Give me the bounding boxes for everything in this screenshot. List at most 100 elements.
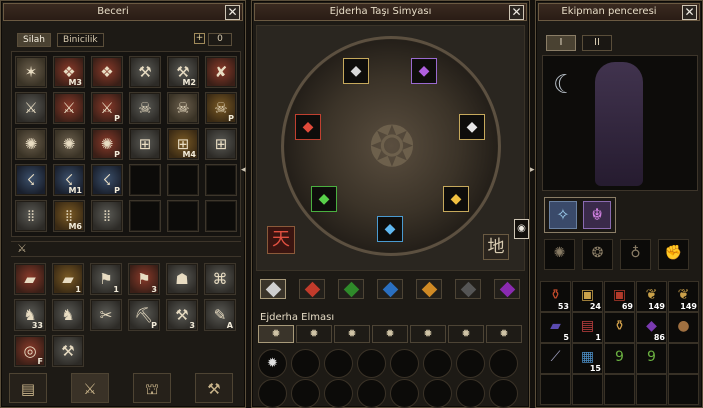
skill-slot-runner[interactable]: ☇ M1 (53, 164, 85, 196)
skill-slot-flag-up[interactable]: ⚑ 3 (128, 263, 160, 295)
inventory-item[interactable]: ▦ 15 (572, 343, 603, 374)
skill-slot-axe[interactable]: ⚒ (129, 56, 161, 88)
skill-slot-group[interactable]: ☗ (166, 263, 198, 295)
skill-slot-chain[interactable]: ⦙⦙ (91, 200, 123, 232)
skill-slot-pen[interactable]: ✎ A (204, 299, 236, 331)
inventory-item[interactable]: ❦ 149 (636, 281, 667, 312)
skill-slot-sword[interactable]: ⚔ (15, 92, 47, 124)
equipment-window-titlebar[interactable]: Ekipman penceresi ✕ (538, 3, 700, 21)
skill-slot-seal[interactable]: ⊞ (129, 128, 161, 160)
tab-character[interactable]: ▤ (9, 373, 47, 403)
gem-color-button[interactable] (338, 279, 364, 299)
gem-color-button[interactable] (260, 279, 286, 299)
skill-slot-sword-strike[interactable]: ⚔ P (91, 92, 123, 124)
skill-slot-bee[interactable]: ✺ (53, 128, 85, 160)
rune-slot[interactable]: ✺ (544, 239, 575, 270)
inventory-item[interactable]: ▤ 1 (572, 312, 603, 343)
inventory-item[interactable]: ❦ 149 (668, 281, 699, 312)
skill-points-plus-button[interactable]: + (194, 33, 205, 44)
gem-slot-blue[interactable]: ◆ (377, 216, 403, 242)
skill-slot-bee[interactable]: ✺ (15, 128, 47, 160)
elma-slot[interactable]: ✹ (258, 349, 287, 378)
inventory-item[interactable]: ▰ 5 (540, 312, 571, 343)
elma-slot[interactable] (489, 349, 518, 378)
elma-grade-button[interactable]: ✹ (448, 325, 484, 343)
skill-slot-skull[interactable]: ☠ (129, 92, 161, 124)
skill-slot-seal[interactable]: ⊞ (205, 128, 237, 160)
gem-color-button[interactable] (377, 279, 403, 299)
close-icon[interactable]: ✕ (509, 5, 524, 20)
gem-slot-green[interactable]: ◆ (311, 186, 337, 212)
close-icon[interactable]: ✕ (682, 5, 697, 20)
elma-slot[interactable] (489, 379, 518, 408)
skill-slot-target[interactable]: ◎ F (14, 335, 46, 367)
elma-grade-button[interactable]: ✹ (258, 325, 294, 343)
empty-inventory-slot[interactable] (540, 374, 571, 405)
elma-slot[interactable] (324, 349, 353, 378)
skill-slot-bee[interactable]: ✺ P (91, 128, 123, 160)
skill-slot-chain[interactable]: ⦙⦙ M6 (53, 200, 85, 232)
skill-slot-horse[interactable]: ♞ 33 (14, 299, 46, 331)
inventory-item[interactable]: ● (668, 312, 699, 343)
inventory-item[interactable]: 9 (604, 343, 635, 374)
elma-slot[interactable] (456, 349, 485, 378)
inventory-item[interactable]: ▣ 69 (604, 281, 635, 312)
elma-slot[interactable] (423, 349, 452, 378)
skill-slot-skull[interactable]: ☠ P (205, 92, 237, 124)
skill-slot-runner[interactable]: ☇ (15, 164, 47, 196)
gem-color-button[interactable] (416, 279, 442, 299)
elma-slot[interactable] (390, 379, 419, 408)
empty-inventory-slot[interactable] (668, 343, 699, 374)
elma-slot[interactable] (423, 379, 452, 408)
skill-slot-pickaxe[interactable]: ⛏ P (128, 299, 160, 331)
inventory-item[interactable]: 9 (636, 343, 667, 374)
alchemy-window-titlebar[interactable]: Ejderha Taşı Simyası ✕ (254, 3, 527, 21)
skill-slot-hammer[interactable]: ⚒ (52, 335, 84, 367)
empty-inventory-slot[interactable] (636, 374, 667, 405)
inventory-item[interactable]: ⚱ (604, 312, 635, 343)
skill-slot-eagle[interactable]: ✶ (15, 56, 47, 88)
dragon-mask-slot[interactable]: ✧ ☬ (544, 197, 616, 233)
equipment-page-tab-2[interactable]: II (582, 35, 612, 51)
gem-slot-white[interactable]: ◆ (459, 114, 485, 140)
tab-skills[interactable]: ⚔ (71, 373, 109, 403)
gem-color-button[interactable] (455, 279, 481, 299)
elma-slot[interactable] (291, 349, 320, 378)
skill-slot-axe[interactable]: ⚒ M2 (167, 56, 199, 88)
gem-slot-black[interactable]: ◆ (343, 58, 369, 84)
tab-binicilik[interactable]: Binicilik (57, 33, 104, 47)
elma-grade-button[interactable]: ✹ (486, 325, 522, 343)
skill-slot-horse[interactable]: ♞ (52, 299, 84, 331)
inventory-item[interactable]: ⟋ (540, 343, 571, 374)
elma-slot[interactable] (291, 379, 320, 408)
skill-slot-knot[interactable]: ⌘ (204, 263, 236, 295)
gem-slot-red[interactable]: ◆ (295, 114, 321, 140)
empty-inventory-slot[interactable] (604, 374, 635, 405)
skill-slot-book-red[interactable]: ▰ (14, 263, 46, 295)
elma-grade-button[interactable]: ✹ (334, 325, 370, 343)
rune-slot[interactable]: ✊ (658, 239, 689, 270)
rune-slot[interactable]: ❂ (582, 239, 613, 270)
gem-color-button[interactable] (299, 279, 325, 299)
elma-grade-button[interactable]: ✹ (410, 325, 446, 343)
skill-slot-sword[interactable]: ⚔ (53, 92, 85, 124)
gem-color-button[interactable] (494, 279, 520, 299)
elma-slot[interactable] (357, 379, 386, 408)
inventory-item[interactable]: ▣ 24 (572, 281, 603, 312)
skill-slot-book-gold[interactable]: ▰ 1 (52, 263, 84, 295)
skill-slot-skull[interactable]: ☠ (167, 92, 199, 124)
skill-slot-dragon[interactable]: ❖ (91, 56, 123, 88)
tab-silah[interactable]: Silah (17, 33, 51, 47)
elma-slot[interactable] (258, 379, 287, 408)
elma-slot[interactable] (324, 379, 353, 408)
tab-crafting[interactable]: ⚒ (195, 373, 233, 403)
skill-slot-chain[interactable]: ⦙⦙ (15, 200, 47, 232)
elma-grade-button[interactable]: ✹ (372, 325, 408, 343)
equipment-page-tab-1[interactable]: I (546, 35, 576, 51)
gem-slot-purple[interactable]: ◆ (411, 58, 437, 84)
left-collapse-arrow[interactable]: ◂ (241, 165, 246, 175)
skill-slot-tools[interactable]: ⚒ 3 (166, 299, 198, 331)
skill-slot-scissors[interactable]: ✂ (90, 299, 122, 331)
tab-guild[interactable]: ⛫ (133, 373, 171, 403)
skill-slot-runner[interactable]: ☇ P (91, 164, 123, 196)
